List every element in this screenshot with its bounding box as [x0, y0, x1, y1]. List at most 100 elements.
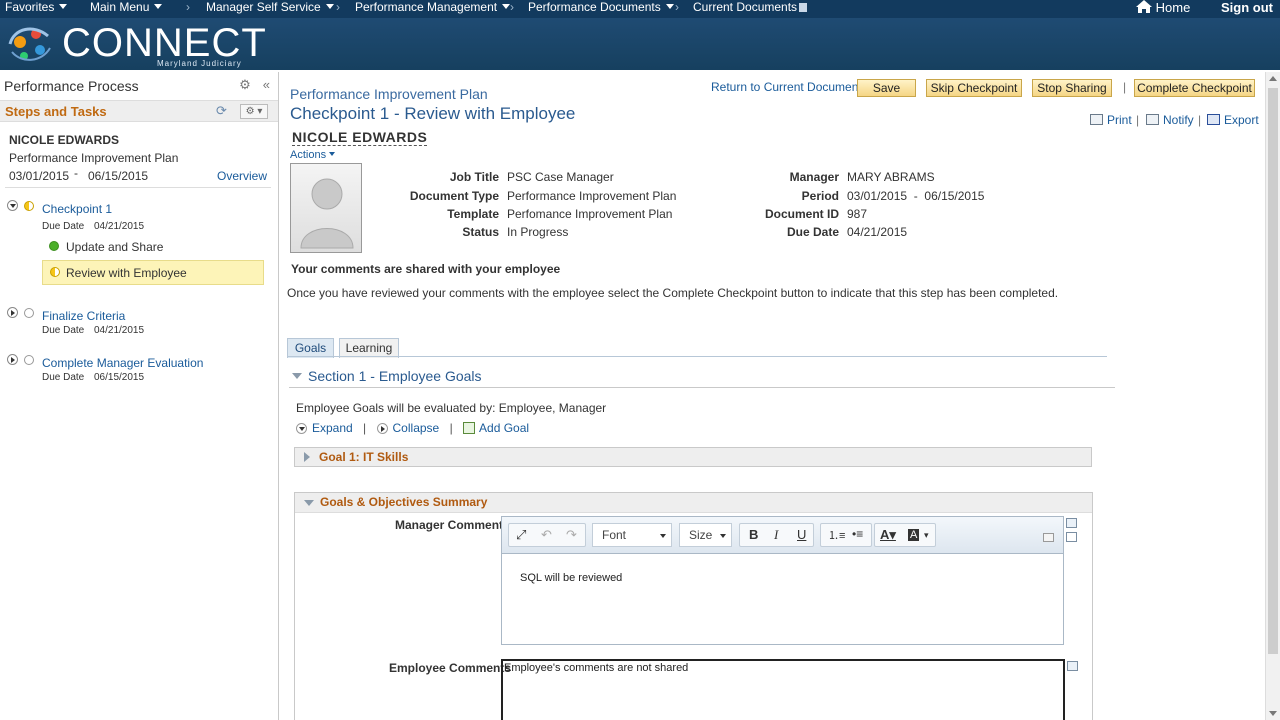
- scrollbar-thumb[interactable]: [1268, 88, 1278, 654]
- expand-link[interactable]: Expand: [296, 421, 353, 435]
- chevron-down-icon: [325, 4, 334, 9]
- job-title-value: PSC Case Manager: [507, 170, 614, 184]
- manager-comments-editor[interactable]: ⤢ ↶ ↷ Font Size B I U ⒈≡ •≡ A▾ A ▾ SQL w…: [501, 516, 1064, 645]
- period-start: 03/01/2015: [9, 169, 70, 183]
- due-date-label: Due Date: [786, 225, 839, 239]
- redo-icon[interactable]: ↷: [566, 527, 577, 543]
- tab-goals[interactable]: Goals: [287, 338, 334, 358]
- goal-1-header[interactable]: Goal 1: IT Skills: [294, 447, 1092, 467]
- step-expand-toggle[interactable]: [7, 200, 18, 211]
- page-scrollbar[interactable]: [1265, 72, 1280, 720]
- undo-icon[interactable]: ↶: [541, 527, 552, 543]
- home-label: Home: [1155, 0, 1191, 15]
- expand-triangle-icon: [304, 452, 310, 462]
- collapse-link[interactable]: Collapse: [376, 421, 439, 435]
- sign-out-label: Sign out: [1221, 0, 1273, 15]
- toolbar-group-format: B I U: [739, 523, 814, 547]
- instruction-text: Once you have reviewed your comments wit…: [287, 286, 1059, 300]
- step-expand-toggle[interactable]: [7, 354, 18, 365]
- expand-editor-icon[interactable]: [1067, 661, 1078, 671]
- separator: |: [1123, 80, 1127, 94]
- text-color-icon[interactable]: A▾: [880, 527, 896, 543]
- step-checkpoint-1[interactable]: Checkpoint 1: [42, 202, 112, 216]
- return-to-current-documents-link[interactable]: Return to Current Documents: [711, 80, 868, 94]
- save-button[interactable]: Save: [857, 79, 916, 97]
- evaluated-by-text: Employee Goals will be evaluated by: Emp…: [296, 401, 607, 415]
- left-pane-controls: ⚙ «: [239, 77, 270, 93]
- refresh-icon[interactable]: ⟳: [216, 103, 227, 119]
- goals-summary-header[interactable]: Goals & Objectives Summary: [295, 493, 1092, 513]
- step-expand-toggle[interactable]: [7, 307, 18, 318]
- brand-banner: CONNECT Maryland Judiciary: [0, 18, 1280, 70]
- collapse-toolbar-icon[interactable]: [1043, 533, 1054, 542]
- breadcrumb-separator: ›: [510, 0, 514, 14]
- task-review-with-employee[interactable]: Review with Employee: [66, 266, 187, 280]
- chevron-down-icon: [660, 534, 666, 538]
- export-link[interactable]: Export: [1207, 113, 1259, 127]
- due-date-label: Due Date: [42, 221, 85, 232]
- italic-icon[interactable]: I: [774, 527, 778, 543]
- spell-check-icon[interactable]: [1066, 532, 1077, 542]
- nav-pd-label: Performance Documents: [528, 0, 661, 14]
- printer-icon: [1090, 114, 1103, 125]
- step-finalize-criteria[interactable]: Finalize Criteria: [42, 309, 125, 323]
- maximize-icon[interactable]: ⤢: [516, 527, 526, 543]
- settings-menu-button[interactable]: ⚙ ▾: [240, 104, 268, 119]
- home-link[interactable]: Home: [1136, 0, 1190, 16]
- notify-link[interactable]: Notify: [1146, 113, 1194, 127]
- nav-manager-self-service[interactable]: Manager Self Service: [206, 0, 334, 14]
- employee-comments-label: Employee Comments: [389, 661, 512, 675]
- overview-link[interactable]: Overview: [217, 169, 267, 183]
- actions-menu[interactable]: Actions: [290, 149, 336, 161]
- sign-out-link[interactable]: Sign out: [1221, 0, 1273, 16]
- nav-performance-documents[interactable]: Performance Documents: [528, 0, 674, 14]
- skip-checkpoint-button[interactable]: Skip Checkpoint: [926, 79, 1022, 97]
- steps-and-tasks-header: Steps and Tasks ⟳ ⚙ ▾: [0, 100, 278, 122]
- add-goal-link[interactable]: Add Goal: [463, 421, 529, 435]
- scroll-down-icon[interactable]: [1269, 711, 1277, 716]
- chevron-down-icon: [329, 152, 336, 156]
- gear-icon[interactable]: ⚙: [239, 77, 251, 92]
- add-icon: [463, 422, 476, 434]
- complete-checkpoint-button[interactable]: Complete Checkpoint: [1134, 79, 1255, 97]
- size-select[interactable]: Size: [679, 523, 732, 547]
- home-icon: [1136, 0, 1152, 13]
- font-select[interactable]: Font: [592, 523, 672, 547]
- step-complete-manager-evaluation[interactable]: Complete Manager Evaluation: [42, 356, 203, 370]
- scroll-up-icon[interactable]: [1269, 76, 1277, 81]
- nav-performance-management[interactable]: Performance Management: [355, 0, 511, 14]
- document-id-label: Document ID: [764, 207, 839, 221]
- add-goal-label: Add Goal: [479, 421, 530, 435]
- section-header[interactable]: Section 1 - Employee Goals: [292, 368, 482, 384]
- chevron-down-icon: [720, 534, 726, 538]
- expand-editor-icon[interactable]: [1066, 518, 1077, 528]
- print-label: Print: [1107, 113, 1132, 127]
- employee-comments-box: Employee's comments are not shared: [501, 659, 1065, 720]
- tab-learning[interactable]: Learning: [339, 338, 399, 358]
- separator: |: [449, 421, 453, 435]
- underline-icon[interactable]: U: [797, 527, 806, 542]
- shared-note: Your comments are shared with your emplo…: [291, 262, 561, 276]
- due-date-label: Due Date: [42, 372, 85, 383]
- bulleted-list-icon[interactable]: •≡: [852, 527, 863, 541]
- stop-sharing-button[interactable]: Stop Sharing: [1032, 79, 1112, 97]
- step-due-date: Due Date 04/21/2015: [42, 221, 162, 232]
- collapse-triangle-icon: [304, 500, 314, 506]
- print-link[interactable]: Print: [1090, 113, 1132, 127]
- toolbar-group-color: A▾ A ▾: [874, 523, 936, 547]
- person-silhouette-icon: [300, 178, 354, 249]
- employee-name-heading[interactable]: NICOLE EDWARDS: [292, 129, 428, 146]
- bold-icon[interactable]: B: [749, 527, 758, 542]
- collapse-pane-icon[interactable]: «: [263, 77, 270, 92]
- background-color-icon[interactable]: A: [908, 529, 920, 541]
- job-title-label: Job Title: [449, 170, 499, 184]
- nav-current-documents[interactable]: Current Documents: [693, 0, 808, 14]
- numbered-list-icon[interactable]: ⒈≡: [828, 527, 845, 543]
- page-title: Checkpoint 1 - Review with Employee: [290, 104, 576, 123]
- template-value: Perfomance Improvement Plan: [507, 207, 673, 221]
- manager-label: Manager: [789, 170, 839, 184]
- nav-favorites[interactable]: Favorites: [5, 0, 68, 14]
- nav-main-menu[interactable]: Main Menu: [90, 0, 163, 14]
- period-end: 06/15/2015: [88, 169, 149, 183]
- task-update-and-share[interactable]: Update and Share: [66, 240, 163, 254]
